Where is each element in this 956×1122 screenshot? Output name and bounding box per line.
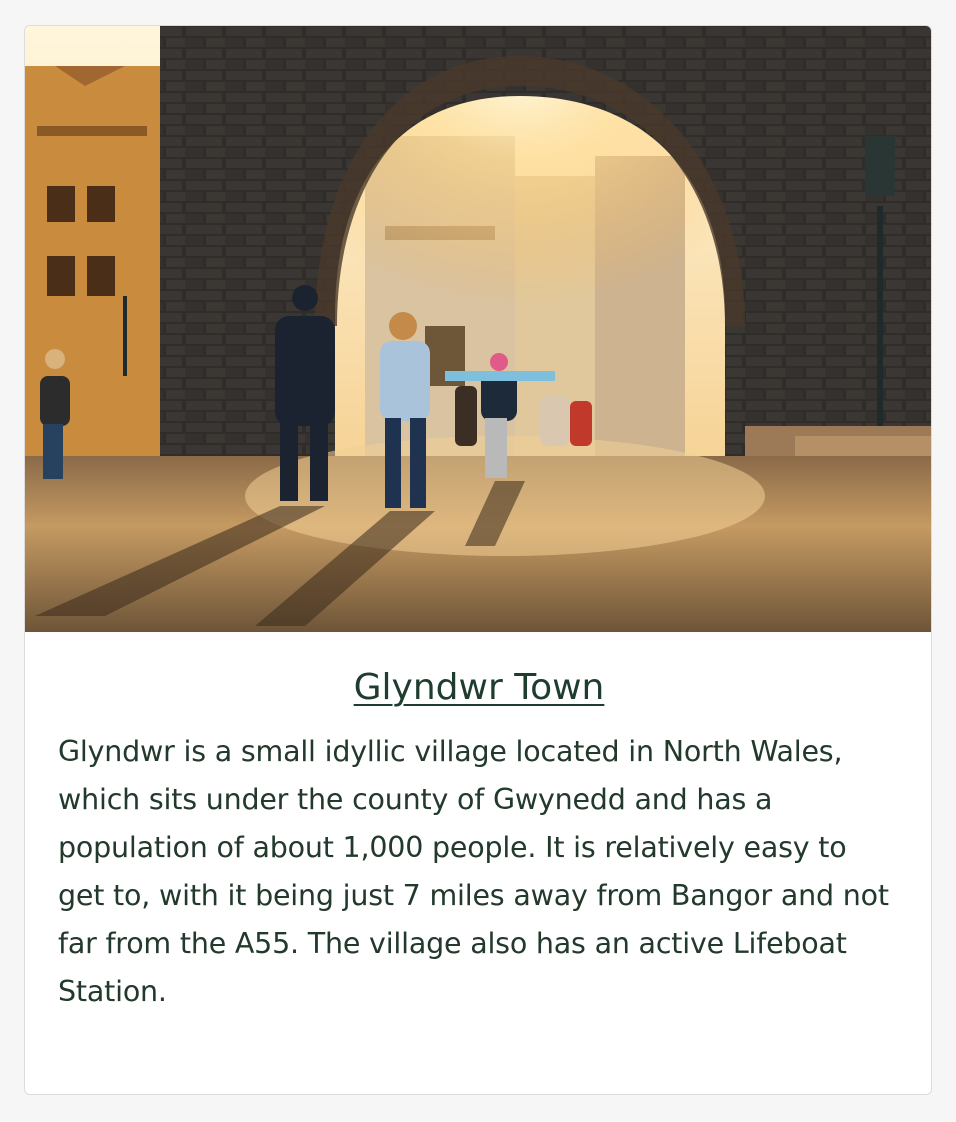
- hero-photo: [25, 26, 931, 632]
- card-title: Glyndwr Town: [58, 666, 900, 710]
- card-body: Glyndwr Town Glyndwr is a small idyllic …: [25, 632, 931, 1016]
- town-title-link[interactable]: Glyndwr Town: [354, 667, 605, 708]
- town-card: Glyndwr Town Glyndwr is a small idyllic …: [24, 25, 932, 1095]
- card-description: Glyndwr is a small idyllic village locat…: [58, 735, 889, 1008]
